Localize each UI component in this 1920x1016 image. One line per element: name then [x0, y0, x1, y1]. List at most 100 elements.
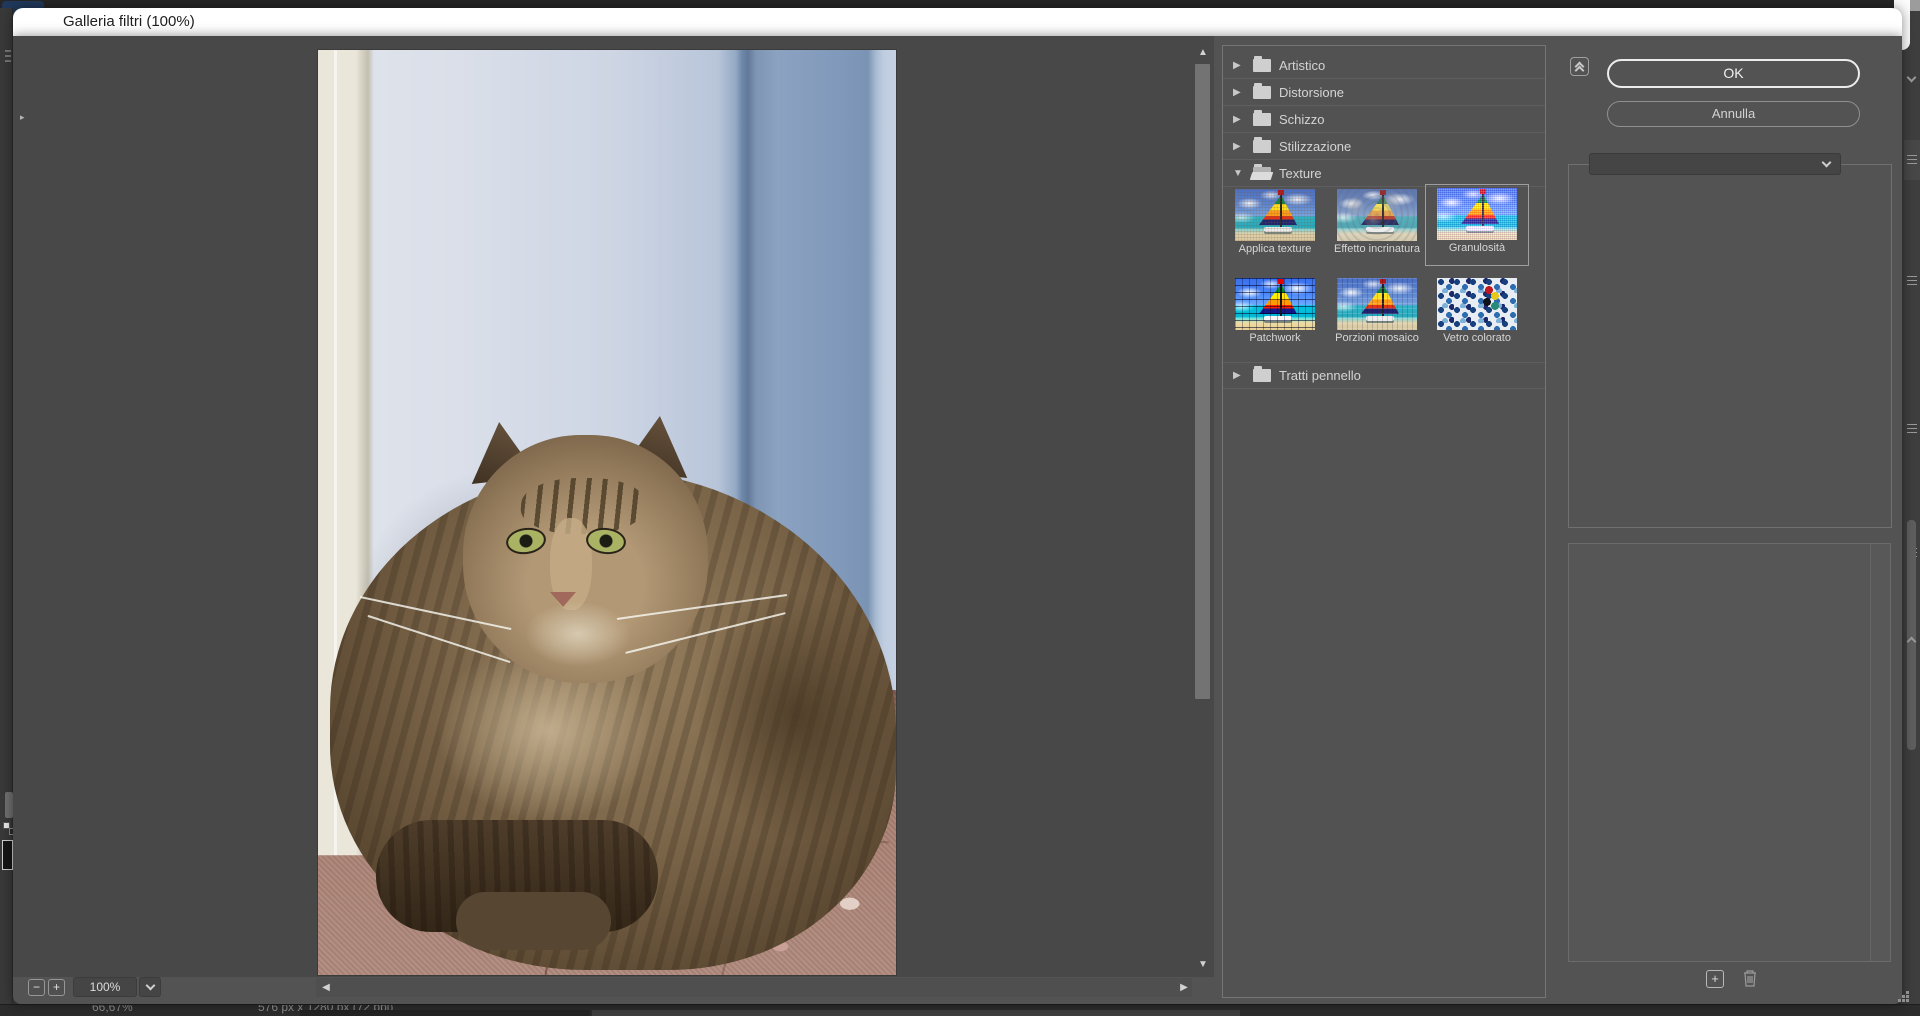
dialog-titlebar: Galleria filtri (100%): [13, 8, 1902, 36]
chevron-down-icon: [1822, 158, 1832, 168]
background-tools-panel-edge: [0, 8, 13, 1016]
folder-icon: [1253, 113, 1271, 126]
sailboat-mast: [1280, 282, 1282, 318]
filter-thumbnail-label: Porzioni mosaico: [1335, 332, 1419, 344]
sailboat-sail: [1461, 194, 1499, 224]
status-bar: 66,67% 576 px x 1280 px (72 ppi): [0, 1004, 1920, 1016]
sailboat-flag: [1480, 189, 1486, 194]
category-row-texture[interactable]: ▼ Texture: [1223, 160, 1545, 187]
folder-icon: [1253, 86, 1271, 99]
chevron-right-icon[interactable]: ▶: [1233, 141, 1245, 152]
panel-drag-handle-icon: [5, 50, 11, 64]
category-row-tratti-pennello[interactable]: ▶ Tratti pennello: [1223, 362, 1545, 389]
folder-icon: [1253, 369, 1271, 382]
scroll-left-button[interactable]: ◀: [318, 980, 334, 996]
category-label: Stilizzazione: [1279, 139, 1351, 154]
image-preview[interactable]: [318, 50, 896, 975]
scroll-down-button[interactable]: ▼: [1194, 957, 1212, 973]
category-row-artistico[interactable]: ▶ Artistico: [1223, 52, 1545, 79]
status-zoom-value: 66,67%: [92, 1004, 133, 1014]
background-hscrollbar-light: [592, 1010, 1240, 1016]
filter-preview-image: [1437, 278, 1517, 330]
sailboat-sail: [1259, 284, 1297, 314]
screen: 66,67% 576 px x 1280 px (72 ppi) Galleri…: [0, 0, 1920, 1016]
background-window-corner-2: [1910, 0, 1920, 11]
filter-preview-image: [1337, 189, 1417, 241]
background-panels-edge: [1902, 8, 1920, 1016]
effect-layers-scrollbar[interactable]: [1870, 544, 1890, 961]
scroll-right-button[interactable]: ▶: [1176, 980, 1192, 996]
panel-menu-icon: [1907, 424, 1917, 433]
sailboat-flag: [1380, 279, 1386, 284]
scroll-up-button[interactable]: ▲: [1194, 45, 1212, 61]
collapse-panel-button[interactable]: [1570, 57, 1589, 76]
cancel-button[interactable]: Annulla: [1607, 101, 1860, 127]
filter-preview-image: [1337, 278, 1417, 330]
filter-select-dropdown[interactable]: [1589, 153, 1841, 175]
sailboat-sail: [1259, 195, 1297, 225]
filter-thumbnail-applica-texture[interactable]: Applica texture: [1223, 185, 1327, 267]
sailboat-flag: [1278, 279, 1284, 284]
tool-swatch-fragment: [2, 840, 13, 870]
background-scrollbar-thumb: [1907, 520, 1916, 750]
filter-thumbnail-label: Effetto incrinatura: [1334, 243, 1420, 255]
resize-grip-icon[interactable]: [1898, 999, 1901, 1002]
category-label: Distorsione: [1279, 85, 1344, 100]
vscrollbar-thumb[interactable]: [1195, 64, 1210, 699]
color-swatch-fragment: [5, 792, 13, 818]
filter-preview-image: [1235, 189, 1315, 241]
sailboat-mast: [1482, 192, 1484, 228]
hscrollbar-track[interactable]: [316, 978, 1192, 997]
filter-preview-image: [1235, 278, 1315, 330]
category-row-distorsione[interactable]: ▶ Distorsione: [1223, 79, 1545, 106]
chevron-right-icon[interactable]: ▶: [1233, 60, 1245, 71]
sailboat-sail: [1361, 284, 1399, 314]
sailboat-hull: [1264, 316, 1292, 321]
zoom-level-display[interactable]: 100%: [73, 977, 137, 997]
filter-thumbnail-granulosita[interactable]: Granulosità: [1425, 184, 1529, 266]
zoom-level-dropdown[interactable]: [139, 977, 161, 997]
sailboat-flag: [1278, 190, 1284, 195]
sailboat-mast: [1382, 282, 1384, 318]
chevron-down-icon: [145, 981, 155, 991]
category-label: Tratti pennello: [1279, 368, 1361, 383]
category-row-schizzo[interactable]: ▶ Schizzo: [1223, 106, 1545, 133]
filter-thumbnail-label: Applica texture: [1239, 243, 1312, 255]
filter-thumbnail-porzioni-mosaico[interactable]: Porzioni mosaico: [1325, 274, 1429, 356]
filter-thumbnail-effetto-incrinatura[interactable]: Effetto incrinatura: [1325, 185, 1429, 267]
delete-effect-layer-button[interactable]: [1742, 969, 1758, 988]
filter-thumbnail-label: Patchwork: [1249, 332, 1300, 344]
sailboat-hull: [1466, 226, 1494, 231]
sailboat-hull: [1366, 316, 1394, 321]
sailboat-hull: [1366, 227, 1394, 232]
category-label: Artistico: [1279, 58, 1325, 73]
filter-thumbnail-vetro-colorato[interactable]: Vetro colorato: [1425, 274, 1529, 356]
chevron-right-icon[interactable]: ▶: [1233, 87, 1245, 98]
ok-button[interactable]: OK: [1607, 59, 1860, 88]
dialog-title: Galleria filtri (100%): [63, 8, 195, 36]
filter-thumbnail-patchwork[interactable]: Patchwork: [1223, 274, 1327, 356]
category-row-stilizzazione[interactable]: ▶ Stilizzazione: [1223, 133, 1545, 160]
sailboat-sail: [1361, 195, 1399, 225]
filter-settings-panel: [1568, 164, 1892, 528]
new-effect-layer-button[interactable]: +: [1706, 970, 1724, 988]
sailboat-mast: [1382, 193, 1384, 229]
category-label: Schizzo: [1279, 112, 1325, 127]
filter-preview-image: [1437, 188, 1517, 240]
cat-paw: [456, 892, 611, 950]
chevron-right-icon[interactable]: ▶: [1233, 370, 1245, 381]
sailboat-flag: [1380, 190, 1386, 195]
effect-layers-panel: [1568, 543, 1891, 962]
background-hscrollbar-dark: [300, 1010, 590, 1016]
zoom-out-button[interactable]: −: [28, 979, 45, 996]
chevron-down-icon[interactable]: ▼: [1233, 168, 1245, 179]
sailboat-mast: [1280, 193, 1282, 229]
folder-icon: [1253, 59, 1271, 72]
background-window-top: [0, 0, 1920, 8]
chevron-right-icon[interactable]: ▶: [1233, 114, 1245, 125]
category-label: Texture: [1279, 166, 1322, 181]
zoom-in-button[interactable]: +: [48, 979, 65, 996]
trash-icon: [1742, 969, 1758, 988]
sailboat-hull: [1264, 227, 1292, 232]
filter-thumbnail-label: Granulosità: [1449, 242, 1505, 254]
